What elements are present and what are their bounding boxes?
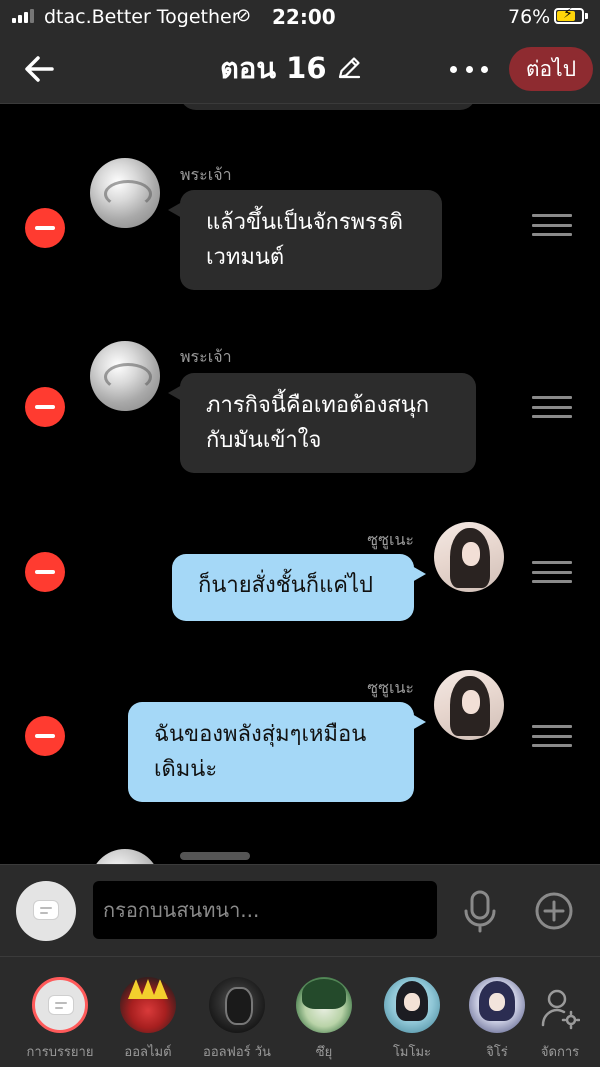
- more-options-button[interactable]: [450, 56, 488, 82]
- pencil-icon[interactable]: [335, 54, 363, 82]
- character-label: จิโร่: [486, 1045, 508, 1060]
- drag-handle-icon[interactable]: [532, 214, 572, 236]
- link-icon: ⊘: [236, 5, 252, 26]
- remove-message-button[interactable]: [25, 208, 65, 248]
- arrow-left-icon: [25, 56, 54, 82]
- character-label: ซึยุ: [315, 1045, 333, 1060]
- message-line: เวทมนต์: [206, 245, 285, 270]
- title-group[interactable]: ตอน 16: [220, 48, 363, 88]
- character-narration[interactable]: การบรรยาย: [15, 957, 105, 1067]
- chat-box-icon: [48, 995, 74, 1015]
- battery-icon: ⚡: [554, 6, 584, 24]
- message-input[interactable]: [93, 881, 437, 939]
- battery-tip: [585, 13, 588, 19]
- avatar: [209, 977, 265, 1033]
- charging-bolt-icon: ⚡: [563, 6, 573, 22]
- remove-message-button[interactable]: [25, 716, 65, 756]
- message-bubble[interactable]: ภารกิจนี้คือเทอต้องสนุก กับมันเข้าใจ: [168, 373, 476, 473]
- message-line: ภารกิจนี้คือเทอต้องสนุก: [206, 393, 430, 418]
- manage-characters-button[interactable]: จัดการ: [530, 957, 590, 1067]
- avatar-god: [90, 341, 160, 411]
- signal-icon: [12, 9, 34, 23]
- avatar-suzune: [434, 670, 504, 740]
- character-afo[interactable]: ออลฟอร์ วัน: [192, 957, 282, 1067]
- message-line: ฉันของพลังสุ่มๆเหมือน: [154, 722, 367, 747]
- more-dot: [481, 65, 488, 73]
- microphone-button[interactable]: [462, 889, 498, 933]
- status-bar: dtac.Better Together ⊘ 22:00 76% ⚡: [0, 0, 600, 36]
- character-label: โมโมะ: [392, 1045, 432, 1060]
- manage-label: จัดการ: [540, 1045, 580, 1060]
- message-line: กับมันเข้าใจ: [206, 428, 322, 453]
- character-bar: การบรรยาย ออลไมต์ ออลฟอร์ วัน ซึยุ โมโมะ…: [0, 956, 600, 1067]
- sender-name: ซูซูเนะ: [367, 678, 414, 697]
- message-line: เดิมน่ะ: [154, 757, 218, 782]
- back-button[interactable]: [20, 48, 62, 90]
- battery-percent: 76%: [508, 6, 551, 28]
- character-momo[interactable]: โมโมะ: [367, 957, 457, 1067]
- narration-toggle-button[interactable]: [16, 881, 76, 941]
- avatar: [120, 977, 176, 1033]
- next-message-sender: [180, 852, 250, 860]
- next-message-avatar: [90, 849, 160, 864]
- avatar: [469, 977, 525, 1033]
- avatar: [296, 977, 352, 1033]
- avatar: [384, 977, 440, 1033]
- character-jiro[interactable]: จิโร่: [452, 957, 542, 1067]
- message-bubble[interactable]: ก็นายสั่งชั้นก็แค่ไป: [172, 554, 426, 621]
- narration-avatar: [32, 977, 88, 1033]
- remove-message-button[interactable]: [25, 387, 65, 427]
- more-dot: [450, 65, 457, 73]
- character-tsuyu[interactable]: ซึยุ: [279, 957, 369, 1067]
- sender-name: พระเจ้า: [180, 347, 232, 366]
- chat-box-icon: [33, 900, 59, 920]
- add-button[interactable]: [534, 891, 574, 931]
- remove-message-button[interactable]: [25, 552, 65, 592]
- message-composer: [0, 864, 600, 956]
- avatar-god: [90, 158, 160, 228]
- user-settings-icon: [541, 989, 580, 1030]
- message-bubble[interactable]: ฉันของพลังสุ่มๆเหมือน เดิมน่ะ: [128, 702, 426, 802]
- chat-list[interactable]: พระเจ้า แล้วขึ้นเป็นจักรพรรดิ เวทมนต์ พร…: [0, 104, 600, 864]
- episode-title: ตอน 16: [220, 51, 327, 85]
- character-label: ออลฟอร์ วัน: [203, 1045, 271, 1060]
- previous-message-bubble: [180, 104, 476, 110]
- carrier-name: dtac.Better Together: [44, 6, 240, 28]
- clock: 22:00: [272, 5, 336, 29]
- drag-handle-icon[interactable]: [532, 396, 572, 418]
- sender-name: ซูซูเนะ: [367, 530, 414, 549]
- plus-circle-icon: [535, 892, 573, 930]
- more-dot: [465, 65, 473, 73]
- sender-name: พระเจ้า: [180, 165, 232, 184]
- microphone-icon: [464, 890, 496, 933]
- avatar-suzune: [434, 522, 504, 592]
- message-line: ก็นายสั่งชั้นก็แค่ไป: [198, 573, 373, 598]
- episode-header: ตอน 16 ต่อไป: [0, 36, 600, 104]
- message-line: แล้วขึ้นเป็นจักรพรรดิ: [206, 210, 404, 235]
- message-bubble[interactable]: แล้วขึ้นเป็นจักรพรรดิ เวทมนต์: [168, 190, 442, 290]
- drag-handle-icon[interactable]: [532, 725, 572, 747]
- character-allmight[interactable]: ออลไมต์: [103, 957, 193, 1067]
- drag-handle-icon[interactable]: [532, 561, 572, 583]
- next-button[interactable]: ต่อไป: [509, 47, 593, 91]
- character-label: ออลไมต์: [124, 1045, 172, 1060]
- character-label: การบรรยาย: [26, 1045, 94, 1060]
